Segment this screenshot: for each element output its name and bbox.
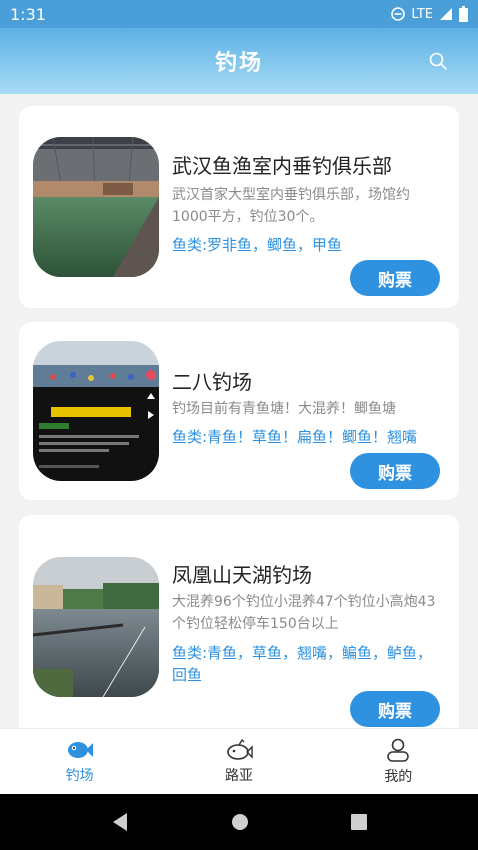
back-icon[interactable] [111, 812, 129, 832]
home-icon[interactable] [231, 813, 249, 831]
status-icons: LTE [391, 6, 468, 22]
fish-icon [67, 741, 93, 758]
buy-ticket-button[interactable]: 购票 [350, 453, 440, 489]
user-icon [387, 738, 410, 762]
status-time: 1:31 [10, 4, 46, 24]
venue-description: 大混养96个钓位小混养47个钓位小高炮43个钓位轻松停车150台以上 [172, 594, 436, 632]
venue-description: 武汉首家大型室内垂钓俱乐部，场馆约1000平方，钓位30个。 [172, 187, 410, 225]
lure-icon [227, 738, 253, 760]
bottom-tab-bar: 钓场 路亚 我的 [0, 728, 478, 794]
signal-icon [440, 8, 452, 20]
venue-fish-types: 鱼类:青鱼，草鱼，翘嘴，鳊鱼，鲈鱼，回鱼 [172, 644, 433, 684]
venue-description: 钓场目前有青鱼塘！大混养！鲫鱼塘 [172, 401, 396, 417]
page-title: 钓场 [214, 51, 263, 76]
buy-ticket-button[interactable]: 购票 [350, 691, 440, 727]
venue-name: 凤凰山天湖钓场 [172, 563, 312, 587]
venue-card[interactable]: 二八钓场 钓场目前有青鱼塘！大混养！鲫鱼塘 鱼类:青鱼！草鱼！扁鱼！鲫鱼！翘嘴 … [19, 322, 459, 500]
battery-icon [459, 6, 468, 22]
tab-label: 我的 [384, 768, 413, 785]
venue-card[interactable]: 武汉鱼渔室内垂钓俱乐部 武汉首家大型室内垂钓俱乐部，场馆约1000平方，钓位30… [19, 106, 459, 308]
tab-label: 钓场 [65, 767, 94, 784]
venue-list[interactable]: 武汉鱼渔室内垂钓俱乐部 武汉首家大型室内垂钓俱乐部，场馆约1000平方，钓位30… [0, 94, 478, 728]
app-header: 钓场 [0, 28, 478, 94]
venue-photo [33, 137, 159, 277]
recents-icon[interactable] [351, 814, 367, 830]
network-type: LTE [411, 6, 433, 22]
system-nav-bar [0, 794, 478, 850]
search-icon[interactable] [428, 51, 448, 71]
venue-photo [33, 557, 159, 697]
tab-label: 路亚 [224, 767, 253, 784]
buy-ticket-button[interactable]: 购票 [350, 260, 440, 296]
venue-name: 武汉鱼渔室内垂钓俱乐部 [172, 154, 392, 178]
status-bar: 1:31 LTE [0, 0, 478, 28]
venue-photo [33, 341, 159, 481]
tab-fishing-spots[interactable]: 钓场 [0, 729, 159, 794]
venue-name: 二八钓场 [172, 370, 252, 394]
do-not-disturb-icon [391, 7, 406, 21]
tab-profile[interactable]: 我的 [319, 729, 478, 794]
venue-fish-types: 鱼类:罗非鱼，鲫鱼，甲鱼 [172, 236, 343, 254]
venue-card[interactable]: 凤凰山天湖钓场 大混养96个钓位小混养47个钓位小高炮43个钓位轻松停车150台… [19, 515, 459, 728]
tab-lure[interactable]: 路亚 [159, 729, 318, 794]
venue-fish-types: 鱼类:青鱼！草鱼！扁鱼！鲫鱼！翘嘴 [172, 428, 418, 446]
